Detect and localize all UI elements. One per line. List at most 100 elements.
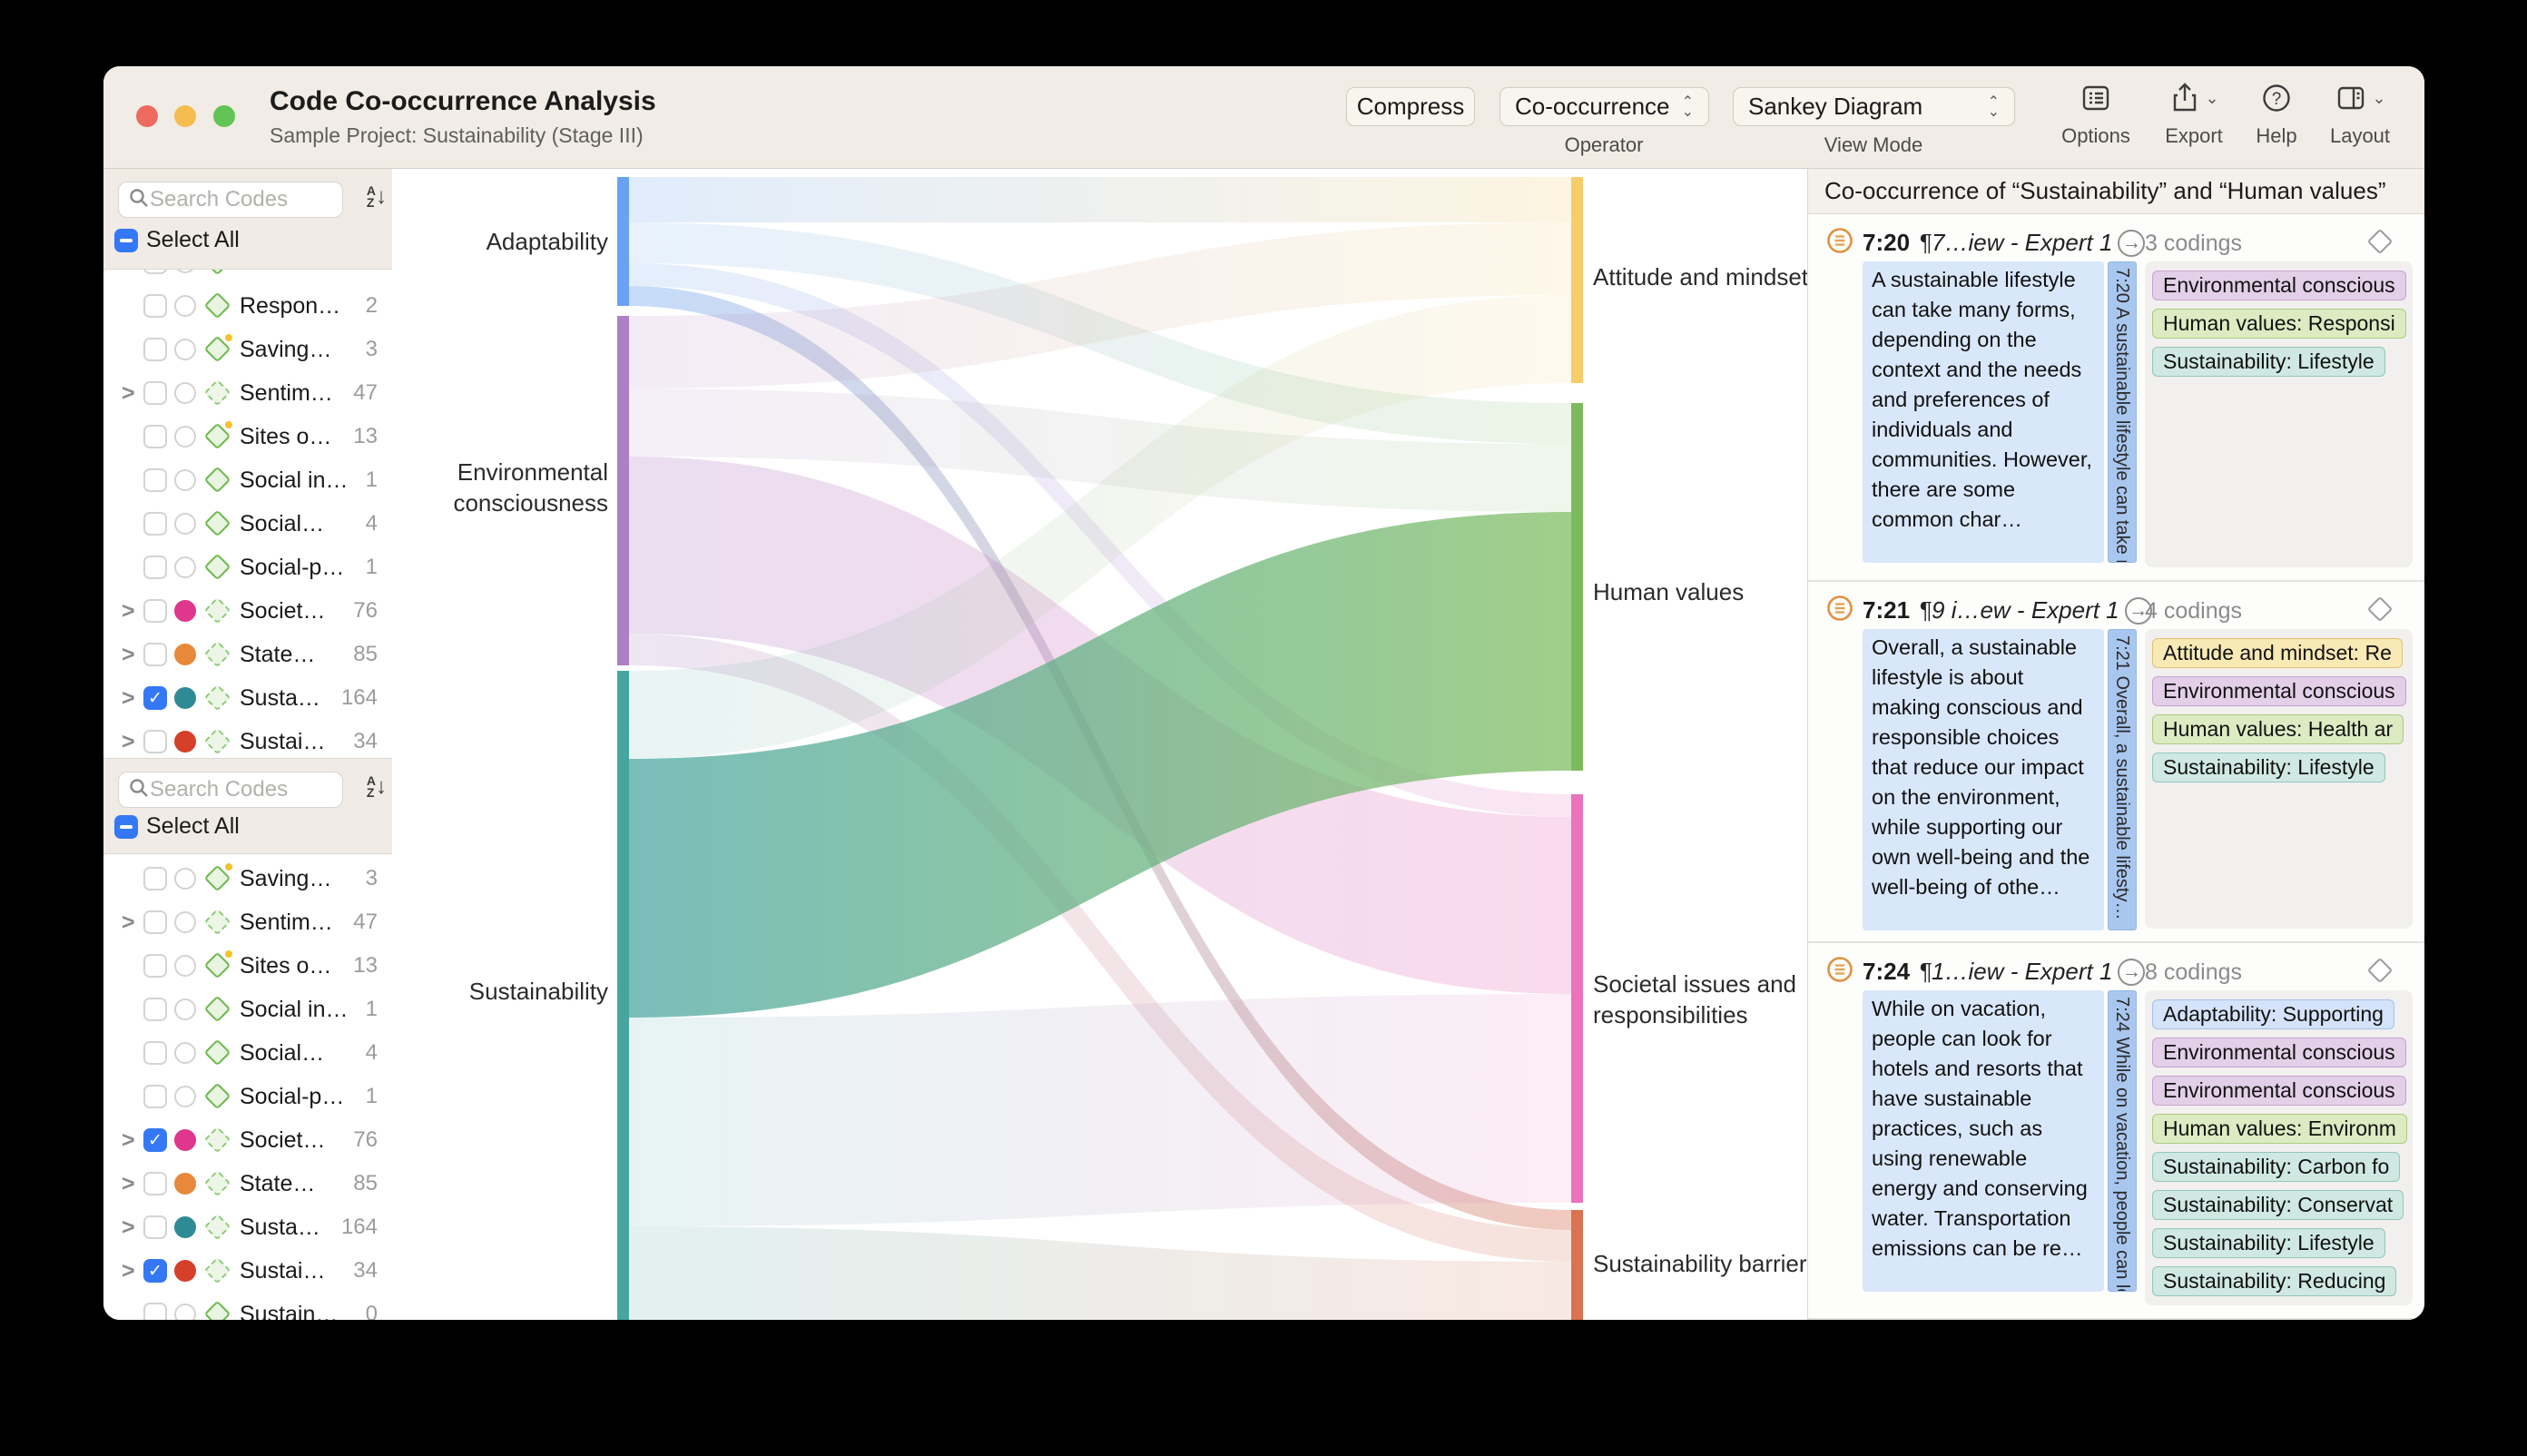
coding-tag[interactable]: Environmental conscious — [2152, 1038, 2406, 1067]
code-row[interactable]: >Sentim…47 — [103, 900, 392, 944]
code-row[interactable]: Sites o…13 — [103, 944, 392, 988]
code-row[interactable]: Social-p…1 — [103, 1075, 392, 1118]
coding-tag[interactable]: Environmental conscious — [2152, 1076, 2406, 1106]
quote-vertical-bar[interactable]: 7:20 A sustainable lifestyle can take m… — [2108, 261, 2137, 563]
code-row[interactable]: Saving…3 — [103, 857, 392, 900]
select-all-row[interactable]: Select All — [114, 813, 240, 840]
help-button[interactable]: ? Help — [2231, 81, 2322, 148]
close-button[interactable] — [136, 105, 158, 127]
quote-card[interactable]: 7:20¶7…iew - Expert 1→3 codingsA sustain… — [1808, 214, 2424, 582]
code-row[interactable]: Respon…2 — [103, 284, 392, 328]
code-row[interactable] — [103, 270, 392, 284]
code-checkbox[interactable] — [143, 425, 167, 448]
code-checkbox[interactable]: ✓ — [143, 1128, 167, 1152]
code-checkbox[interactable] — [143, 294, 167, 318]
code-checkbox[interactable] — [143, 867, 167, 890]
sankey-node-human-values[interactable] — [1571, 403, 1583, 771]
code-row[interactable]: Social…4 — [103, 502, 392, 546]
coding-tag[interactable]: Sustainability: Lifestyle — [2152, 347, 2385, 377]
code-checkbox[interactable] — [143, 556, 167, 579]
code-checkbox[interactable] — [143, 381, 167, 405]
code-checkbox[interactable] — [143, 1303, 167, 1320]
code-checkbox[interactable]: ✓ — [143, 686, 167, 710]
code-row[interactable]: Social-p…1 — [103, 546, 392, 589]
code-checkbox[interactable] — [143, 910, 167, 934]
quote-vertical-bar[interactable]: 7:21 Overall, a sustainable lifesty… — [2108, 629, 2137, 930]
code-checkbox[interactable] — [143, 730, 167, 753]
select-all-row[interactable]: Select All — [114, 227, 240, 253]
code-row[interactable]: Social in…1 — [103, 988, 392, 1031]
code-checkbox[interactable]: ✓ — [143, 1259, 167, 1283]
coding-tag[interactable]: Sustainability: Conservat — [2152, 1190, 2404, 1220]
code-row[interactable]: >State…85 — [103, 633, 392, 676]
code-checkbox[interactable] — [143, 270, 167, 274]
code-row[interactable]: >Susta…164 — [103, 1205, 392, 1249]
expand-chevron-icon[interactable]: > — [122, 1215, 143, 1241]
code-checkbox[interactable] — [143, 1215, 167, 1239]
coding-tag[interactable]: Attitude and mindset: Re — [2152, 638, 2403, 668]
options-button[interactable]: Options — [2050, 81, 2141, 148]
sankey-link-sustainability-societal[interactable] — [629, 994, 1571, 1226]
coding-tag[interactable]: Environmental conscious — [2152, 271, 2406, 300]
code-row[interactable]: Saving…3 — [103, 328, 392, 371]
code-checkbox[interactable] — [143, 643, 167, 666]
coding-tag[interactable]: Sustainability: Lifestyle — [2152, 1228, 2385, 1258]
code-checkbox[interactable] — [143, 998, 167, 1021]
compress-button[interactable]: Compress — [1346, 87, 1475, 126]
code-checkbox[interactable] — [143, 1041, 167, 1065]
code-row[interactable]: >✓Susta…164 — [103, 676, 392, 720]
coding-tag[interactable]: Human values: Environm — [2152, 1114, 2407, 1144]
diamond-icon[interactable] — [2367, 958, 2393, 983]
code-row[interactable]: >✓Societ…76 — [103, 1118, 392, 1162]
sankey-node-attitude[interactable] — [1571, 177, 1583, 383]
sort-az-icon[interactable]: AZ↓ — [367, 185, 387, 209]
diamond-icon[interactable] — [2367, 596, 2393, 622]
expand-chevron-icon[interactable]: > — [122, 1258, 143, 1284]
sort-az-icon[interactable]: AZ↓ — [367, 775, 387, 799]
export-button[interactable]: ⌄ Export — [2148, 81, 2239, 148]
search-input[interactable] — [150, 777, 313, 802]
sankey-node-environmental[interactable] — [617, 316, 629, 665]
zoom-button[interactable] — [213, 105, 235, 127]
quote-text[interactable]: A sustainable lifestyle can take many fo… — [1863, 261, 2104, 563]
goto-arrow-icon[interactable]: → — [2118, 959, 2145, 986]
code-row[interactable]: >✓Sustai…34 — [103, 1249, 392, 1293]
minimize-button[interactable] — [174, 105, 196, 127]
coding-tag[interactable]: Sustainability: Lifestyle — [2152, 753, 2385, 782]
expand-chevron-icon[interactable]: > — [122, 380, 143, 407]
quote-vertical-bar[interactable]: 7:24 While on vacation, people can loo… — [2108, 990, 2137, 1292]
code-row[interactable]: >Sentim…47 — [103, 371, 392, 415]
quote-card[interactable]: 7:21¶9 i…ew - Expert 1→4 codingsOverall,… — [1808, 582, 2424, 943]
code-row[interactable]: Sites o…13 — [103, 415, 392, 458]
diamond-icon[interactable] — [2367, 229, 2393, 254]
sankey-node-barriers[interactable] — [1571, 1210, 1583, 1320]
coding-tag[interactable]: Human values: Responsi — [2152, 309, 2406, 339]
code-checkbox[interactable] — [143, 954, 167, 978]
code-checkbox[interactable] — [143, 338, 167, 361]
quote-card[interactable]: 7:24¶1…iew - Expert 1→8 codingsWhile on … — [1808, 943, 2424, 1320]
layout-button[interactable]: ⌄ Layout — [2315, 81, 2405, 148]
code-checkbox[interactable] — [143, 512, 167, 536]
expand-chevron-icon[interactable]: > — [122, 598, 143, 625]
search-input[interactable] — [150, 187, 313, 212]
sankey-node-adaptability[interactable] — [617, 177, 629, 306]
goto-arrow-icon[interactable]: → — [2118, 230, 2145, 257]
quote-text[interactable]: Overall, a sustainable lifestyle is abou… — [1863, 629, 2104, 930]
operator-dropdown[interactable]: Co-occurrence ⌃⌄ — [1499, 87, 1709, 126]
code-checkbox[interactable] — [143, 1085, 167, 1108]
coding-tag[interactable]: Human values: Health ar — [2152, 714, 2404, 744]
coding-tag[interactable]: Sustainability: Carbon fo — [2152, 1152, 2400, 1182]
code-checkbox[interactable] — [143, 599, 167, 623]
code-checkbox[interactable] — [143, 1172, 167, 1195]
code-checkbox[interactable] — [143, 468, 167, 492]
code-row[interactable]: Sustain…0 — [103, 1293, 392, 1320]
expand-chevron-icon[interactable]: > — [122, 1171, 143, 1197]
select-all-checkbox[interactable] — [114, 815, 138, 839]
sankey-node-sustainability[interactable] — [617, 671, 629, 1320]
expand-chevron-icon[interactable]: > — [122, 729, 143, 755]
coding-tag[interactable]: Sustainability: Reducing — [2152, 1266, 2396, 1296]
expand-chevron-icon[interactable]: > — [122, 685, 143, 712]
sankey-link-adaptability-attitude[interactable] — [629, 177, 1571, 222]
quote-text[interactable]: While on vacation, people can look for h… — [1863, 990, 2104, 1292]
code-row[interactable]: >State…85 — [103, 1162, 392, 1205]
